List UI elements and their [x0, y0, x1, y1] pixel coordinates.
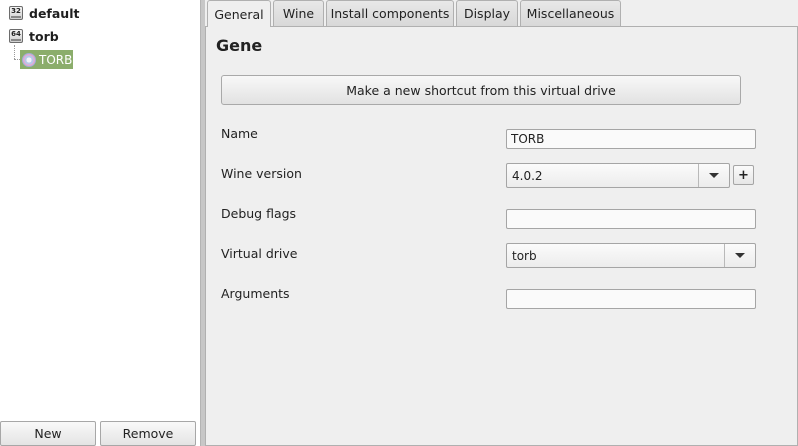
virtual-drive-label: Virtual drive: [221, 246, 298, 261]
wine-version-label: Wine version: [221, 166, 302, 181]
remove-button[interactable]: Remove: [100, 421, 196, 446]
make-shortcut-button[interactable]: Make a new shortcut from this virtual dr…: [221, 75, 741, 105]
drive-32-icon: 32: [9, 6, 23, 20]
tree-item-torb[interactable]: 64 torb: [9, 27, 59, 45]
chevron-down-icon[interactable]: [724, 244, 755, 267]
debug-flags-input[interactable]: [506, 209, 756, 229]
tab-install-components[interactable]: Install components: [326, 0, 454, 26]
tree-item-label: TORB: [39, 52, 73, 67]
virtual-drive-select[interactable]: torb: [506, 243, 756, 268]
add-wine-version-button[interactable]: +: [733, 165, 754, 185]
arguments-input[interactable]: [506, 289, 756, 309]
debug-flags-label: Debug flags: [221, 206, 297, 221]
tree-item-label: torb: [29, 28, 59, 44]
name-input[interactable]: [506, 129, 756, 149]
tree-item-default[interactable]: 32 default: [9, 4, 79, 22]
tree-item-label: default: [29, 5, 80, 21]
tab-general[interactable]: General: [207, 0, 271, 27]
tab-wine[interactable]: Wine: [273, 0, 324, 26]
tree-branch-line: [14, 45, 15, 59]
arguments-label: Arguments: [221, 286, 290, 301]
tab-miscellaneous[interactable]: Miscellaneous: [520, 0, 621, 26]
virtual-drive-value: torb: [512, 248, 537, 263]
name-label: Name: [221, 126, 258, 141]
new-button[interactable]: New: [0, 421, 96, 446]
virtual-drive-tree: 32 default 64 torb TORB: [0, 0, 200, 446]
tab-display[interactable]: Display: [456, 0, 518, 26]
app-icon: [22, 52, 36, 67]
wine-version-value: 4.0.2: [512, 168, 543, 183]
drive-64-icon: 64: [9, 29, 23, 43]
tree-item-torb-app[interactable]: TORB: [20, 50, 73, 69]
wine-version-select[interactable]: 4.0.2: [506, 163, 730, 188]
section-title: Gene: [216, 36, 263, 55]
chevron-down-icon[interactable]: [698, 164, 729, 187]
